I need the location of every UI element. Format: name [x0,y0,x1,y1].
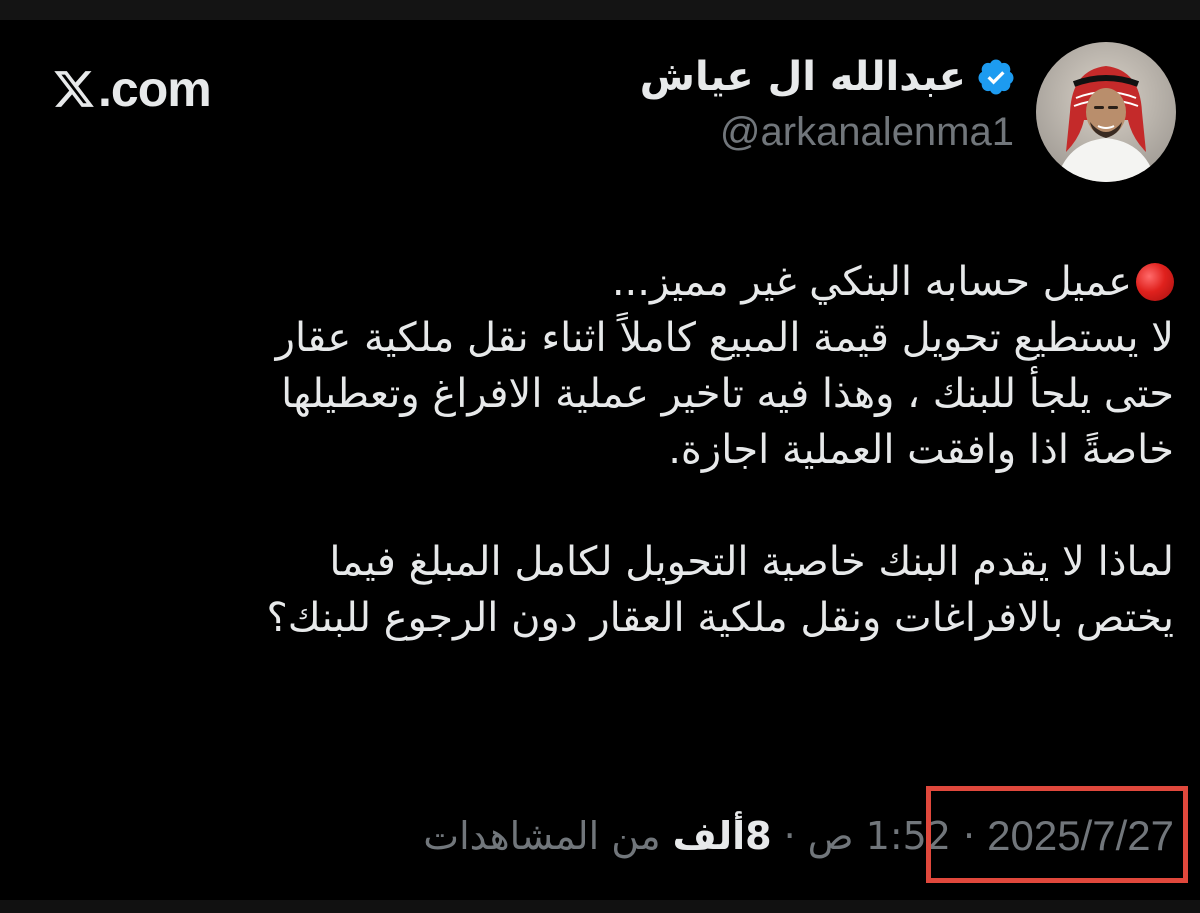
tweet-line-text: عميل حسابه البنكي غير مميز... [611,259,1132,305]
red-circle-icon [1136,263,1174,301]
author-handle[interactable]: @arkanalenma1 [720,110,1014,155]
tweet-line: لا يستطيع تحويل قيمة المبيع كاملاً اثناء… [275,315,1174,361]
tweet-line: عميل حسابه البنكي غير مميز... [74,254,1174,310]
avatar[interactable] [1036,42,1176,182]
verified-badge-icon [976,57,1016,97]
avatar-image [1036,42,1176,182]
views-label: من المشاهدات [423,814,661,858]
views-count[interactable]: 8ألف [673,814,772,858]
author-name-row[interactable]: عبدالله ال عياش [640,54,1016,100]
tweet-line: لماذا لا يقدم البنك خاصية التحويل لكامل … [329,539,1174,585]
tweet-text: عميل حسابه البنكي غير مميز... لا يستطيع … [74,254,1174,646]
author-display-name[interactable]: عبدالله ال عياش [640,54,966,100]
tweet-line: خاصةً اذا وافقت العملية اجازة. [668,427,1174,473]
bottom-strip [0,900,1200,913]
meta-separator: · [783,814,796,858]
top-strip [0,0,1200,20]
x-brand-watermark: .com [52,60,212,118]
date-highlight-box [926,786,1188,883]
x-logo-icon [52,66,96,112]
tweet-line: حتى يلجأ للبنك ، وهذا فيه تاخير عملية ال… [281,371,1174,417]
tweet-line: يختص بالافراغات ونقل ملكية العقار دون ال… [266,595,1174,641]
brand-label: .com [98,61,212,117]
